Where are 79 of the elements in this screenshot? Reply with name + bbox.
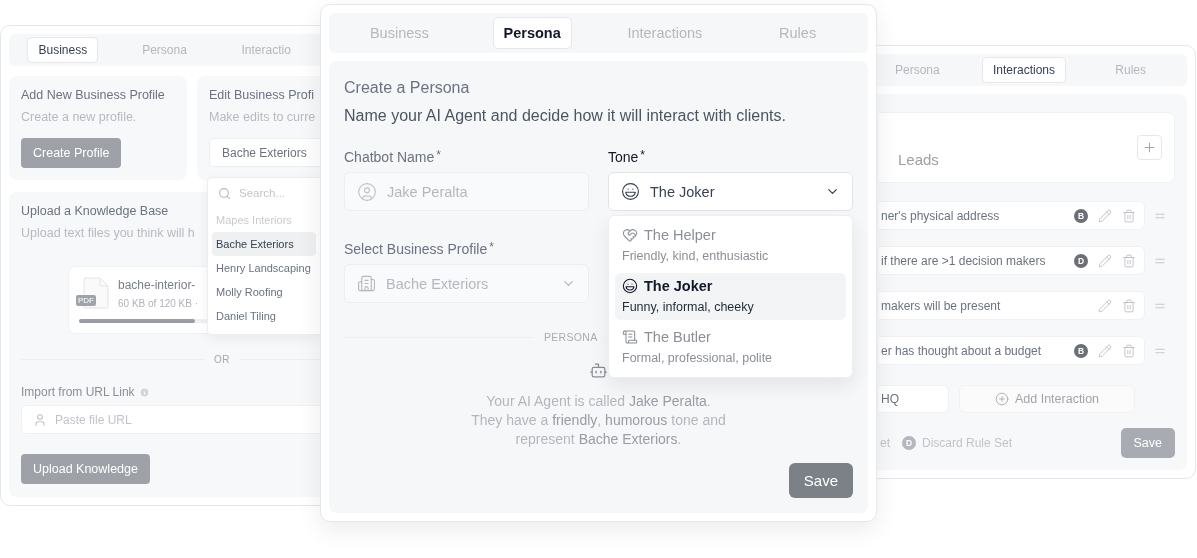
interaction-row[interactable]: er has thought about a budget B [879,336,1145,365]
add-interaction-button[interactable]: Add Interaction [959,385,1135,413]
trash-icon[interactable] [1122,208,1136,223]
plus-icon [1142,140,1157,155]
tone-option[interactable]: The Helper Friendly, kind, enthusiastic [615,222,846,269]
scroll-icon [622,329,638,345]
tab[interactable]: Business [27,37,99,63]
panel-description: Create a new profile. [21,110,138,124]
interaction-text: ner's physical address [881,208,1001,223]
edit-icon[interactable] [1098,208,1112,223]
letter-badge: B [1074,208,1088,223]
panel-title: Upload a Knowledge Base [21,204,170,218]
panel-title: Create a Persona [344,79,471,97]
robot-icon [589,361,608,380]
file-type-label: PDF [76,295,96,306]
divider-label: PERSONA [544,331,598,343]
laughing-face-icon [621,182,640,201]
tone-option[interactable]: The Joker Funny, informal, cheeky [615,273,846,320]
dropdown-option[interactable]: Molly Roofing [212,280,316,304]
option-description: Friendly, kind, enthusiastic [622,249,770,263]
trash-icon[interactable] [1122,253,1136,268]
letter-badge: D [902,436,916,450]
interaction-row[interactable]: if there are >1 decision makers D [879,246,1145,275]
card-title: Leads [898,151,939,168]
option-description: Funny, informal, cheeky [622,300,755,314]
user-icon [33,412,47,427]
edit-icon[interactable] [1098,343,1112,358]
interaction-text: er has thought about a budget [881,343,1043,358]
option-description: Formal, professional, polite [622,351,774,365]
profile-select[interactable]: Bache Exteriors [209,138,320,167]
edit-icon[interactable] [1098,298,1112,313]
heart-handshake-icon [622,227,638,243]
dropdown-option[interactable]: Henry Landscaping [212,256,316,280]
save-button[interactable]: Save [1120,428,1175,458]
divider-label: OR [214,354,230,365]
field-label: Select Business Profile$^{*}$ [344,241,495,257]
option-title: The Joker [644,278,713,294]
panel-title: Add New Business Profile [21,88,166,102]
trash-icon[interactable] [1122,343,1136,358]
panel-description: Name your AI Agent and decide how it will interact with clients. [344,107,787,125]
edit-icon[interactable] [1098,253,1112,268]
interaction-row[interactable]: makers will be present [879,291,1145,320]
interaction-text: if there are >1 decision makers [881,253,1047,268]
panel-description: Make edits to curre [209,110,317,124]
dropdown-option[interactable]: Bache Exteriors [212,232,316,256]
dropdown-option[interactable]: Daniel Tiling [212,304,316,328]
option-title: The Helper [644,227,716,243]
panel-description: Upload text files you think will h [21,226,196,240]
panel-title: Edit Business Profi [209,88,315,102]
persona-preview-text: Your AI Agent is called Jake Peralta. They have a friendly, humorous tone and represent Bache Exteriors. [471,392,726,449]
user-icon [357,181,377,202]
field-label: Chatbot Name$^{*}$ [344,149,442,165]
create-profile-button[interactable]: Create Profile [21,138,122,168]
tone-option[interactable]: The Butler Formal, professional, polite [615,324,846,371]
tab[interactable]: Interactions [981,57,1066,83]
letter-badge: D [1074,253,1088,268]
building-icon [357,274,376,293]
tab[interactable]: Persona [492,17,572,49]
option-title: The Butler [644,329,711,345]
tone-select[interactable]: The Joker [608,172,853,211]
info-icon[interactable] [138,386,150,398]
laughing-face-icon [622,278,638,294]
interaction-text: makers will be present [881,298,1002,313]
letter-badge: B [1074,343,1088,358]
text-field[interactable]: HQ [879,385,949,413]
url-field[interactable]: Paste file URL [21,405,320,434]
field-label: Tone$^{*}$ [608,149,647,165]
trash-icon[interactable] [1122,298,1136,313]
chatbot-name-field[interactable]: Jake Peralta [344,172,589,211]
search-icon [218,186,231,200]
upload-knowledge-button[interactable]: Upload Knowledge [21,454,150,484]
plus-circle-icon [994,392,1009,406]
field-label: Import from URL Link [21,385,135,399]
search-field[interactable]: Search... [237,186,310,200]
file-name: bache-interior- [118,277,197,292]
save-button[interactable]: Save [788,463,853,498]
add-button[interactable] [1137,135,1162,160]
interaction-row[interactable]: ner's physical address B [879,201,1145,230]
file-size: 60 KB of 120 KB · [118,297,199,309]
